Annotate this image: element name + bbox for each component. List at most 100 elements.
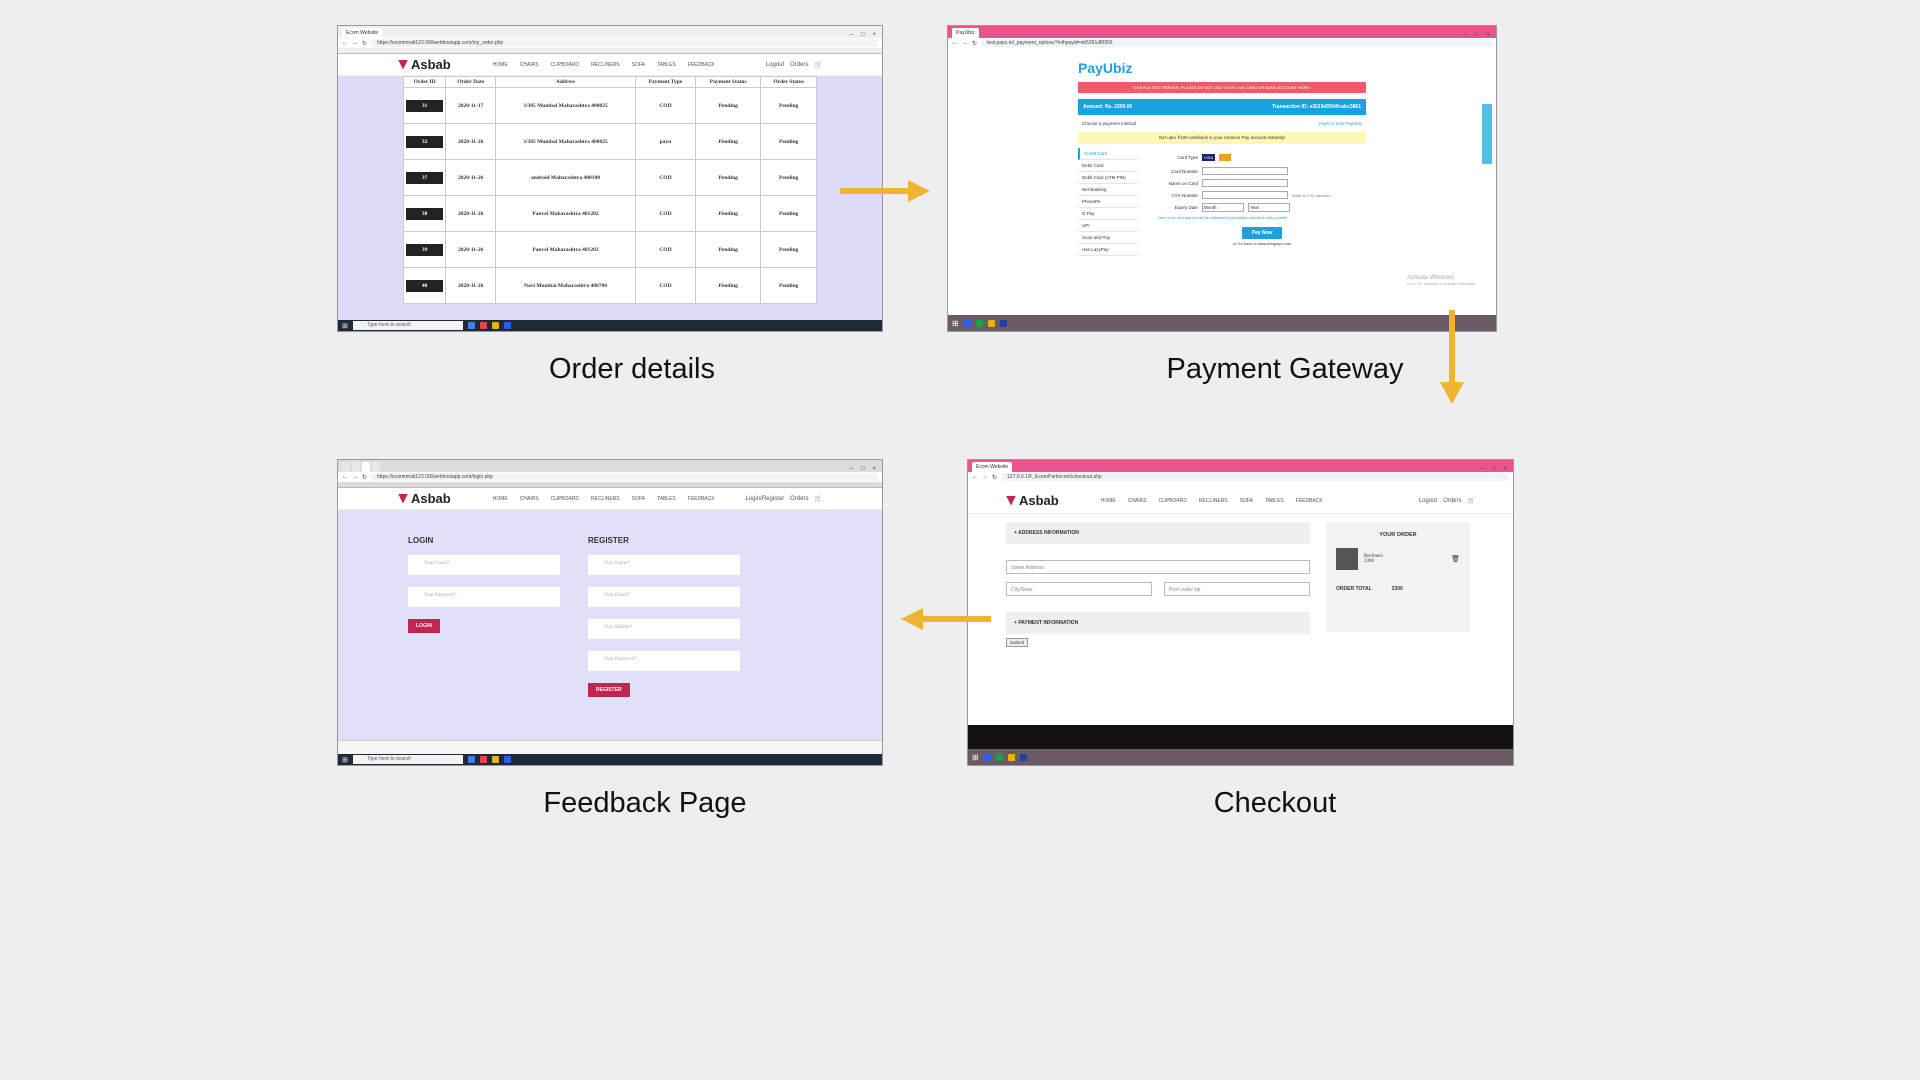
card-number-input[interactable] (1202, 167, 1288, 175)
register-mobile-input[interactable]: Your Mobile* (588, 619, 740, 639)
edge-icon[interactable] (467, 322, 475, 329)
street-address-input[interactable]: Street Address (1006, 560, 1310, 574)
browser-tab[interactable]: Ecom Website (972, 462, 1013, 472)
nav-home[interactable]: HOME (493, 62, 508, 68)
reload-icon[interactable]: ↻ (362, 474, 367, 481)
nav-sofa[interactable]: SOFA (632, 496, 645, 502)
page-scrollbar[interactable] (1482, 104, 1492, 164)
word-icon[interactable] (503, 756, 511, 763)
nav-chairs[interactable]: CHAIRS (1128, 498, 1147, 504)
payment-method-item[interactable]: G Pay (1078, 208, 1138, 220)
orders-link[interactable]: Orders (790, 496, 808, 502)
address-bar[interactable]: test.payu.in/_payment_options?mihpayid=e… (981, 39, 1492, 47)
register-password-input[interactable]: Your Password* (588, 651, 740, 671)
order-id-link[interactable]: 31 (406, 99, 444, 112)
folder-icon[interactable] (1007, 753, 1015, 761)
payment-method-item[interactable]: Debit Card (ATM PIN) (1078, 172, 1138, 184)
order-id-link[interactable]: 39 (406, 243, 444, 256)
maximize-icon[interactable]: □ (861, 466, 865, 472)
login-password-input[interactable]: Your Password* (408, 587, 560, 607)
maximize-icon[interactable]: □ (1492, 466, 1496, 472)
word-icon[interactable] (999, 319, 1007, 327)
word-icon[interactable] (1019, 753, 1027, 761)
order-id-link[interactable]: 40 (406, 279, 444, 292)
cvv-help-link[interactable]: What is CVV number? (1292, 193, 1332, 198)
close-icon[interactable]: × (872, 466, 876, 472)
expiry-month-select[interactable]: Month (1202, 203, 1244, 212)
cart-icon[interactable]: 🛒 (815, 495, 822, 502)
ie-icon[interactable] (963, 319, 971, 327)
close-icon[interactable]: × (1486, 32, 1490, 38)
nav-tables[interactable]: TABLES (657, 62, 676, 68)
minimize-icon[interactable]: – (850, 466, 853, 472)
folder-icon[interactable] (491, 322, 499, 329)
ie-icon[interactable] (983, 753, 991, 761)
nav-recliners[interactable]: RECLINERS (1199, 498, 1228, 504)
minimize-icon[interactable]: – (1464, 32, 1467, 38)
nav-feedback[interactable]: FEEDBACK (688, 496, 715, 502)
nav-cupboard[interactable]: CUPBOARD (1159, 498, 1187, 504)
payment-method-item[interactable]: PhonePe (1078, 196, 1138, 208)
submit-button[interactable]: Submit (1006, 638, 1029, 647)
nav-home[interactable]: HOME (493, 496, 508, 502)
taskbar-search[interactable]: Type here to search (352, 755, 463, 764)
login-button[interactable]: LOGIN (408, 619, 440, 633)
windows-start-icon[interactable]: ⊞ (952, 319, 959, 328)
register-name-input[interactable]: Your Name* (588, 555, 740, 575)
chrome-icon[interactable] (479, 322, 487, 329)
address-bar[interactable]: 127.0.0.1/F_EcomPart/ecom/checkout.php (1001, 473, 1509, 481)
logout-link[interactable]: Logout (766, 62, 784, 68)
nav-feedback[interactable]: FEEDBACK (1296, 498, 1323, 504)
trash-icon[interactable]: 🗑 (1451, 555, 1460, 563)
payment-method-item[interactable]: Credit Card (1078, 148, 1138, 160)
name-on-card-input[interactable] (1202, 179, 1288, 187)
taskbar-search[interactable]: Type here to search (352, 321, 463, 330)
chrome-icon[interactable] (995, 753, 1003, 761)
nav-recliners[interactable]: RECLINERS (591, 62, 620, 68)
mastercard-icon[interactable] (1219, 154, 1232, 161)
folder-icon[interactable] (491, 756, 499, 763)
visa-icon[interactable]: VISA (1202, 154, 1216, 161)
windows-start-icon[interactable]: ⊞ (342, 756, 348, 764)
orders-link[interactable]: Orders (790, 62, 808, 68)
back-icon[interactable]: ← (342, 474, 348, 480)
chrome-icon[interactable] (975, 319, 983, 327)
address-bar[interactable]: https://ecommrait123.000webhostapp.com/m… (371, 39, 878, 47)
order-id-link[interactable]: 32 (406, 135, 444, 148)
forward-icon[interactable]: → (982, 474, 988, 480)
site-logo[interactable]: Asbab (398, 491, 451, 506)
register-button[interactable]: REGISTER (588, 683, 630, 697)
address-bar[interactable]: https://ecommrait123.000webhostapp.com/l… (371, 473, 878, 481)
cart-icon[interactable]: 🛒 (1468, 497, 1475, 504)
payment-method-item[interactable]: Net Banking (1078, 184, 1138, 196)
back-icon[interactable]: ← (972, 474, 978, 480)
browser-tab[interactable]: PayUbiz (952, 28, 979, 38)
nav-tables[interactable]: TABLES (657, 496, 676, 502)
nav-tables[interactable]: TABLES (1265, 498, 1284, 504)
forward-icon[interactable]: → (352, 474, 358, 480)
browser-tab[interactable] (342, 462, 350, 472)
nav-sofa[interactable]: SOFA (1240, 498, 1253, 504)
nav-home[interactable]: HOME (1101, 498, 1116, 504)
browser-tab[interactable] (372, 462, 380, 472)
edge-icon[interactable] (467, 756, 475, 763)
maximize-icon[interactable]: □ (1475, 32, 1479, 38)
browser-tab[interactable]: Ecom Website (342, 28, 383, 38)
orders-link[interactable]: Orders (1443, 498, 1461, 504)
go-back-link[interactable]: or Go back to www.testpayu.com (1158, 241, 1366, 246)
postcode-input[interactable]: Post code/ zip (1164, 582, 1310, 596)
minimize-icon[interactable]: – (850, 32, 853, 38)
logout-link[interactable]: Logout (1419, 498, 1437, 504)
nav-cupboard[interactable]: CUPBOARD (551, 62, 579, 68)
pay-now-button[interactable]: Pay Now (1241, 227, 1283, 239)
reload-icon[interactable]: ↻ (972, 40, 977, 47)
close-icon[interactable]: × (1503, 466, 1507, 472)
close-icon[interactable]: × (872, 32, 876, 38)
windows-start-icon[interactable]: ⊞ (342, 322, 348, 330)
nav-feedback[interactable]: FEEDBACK (688, 62, 715, 68)
payment-method-item[interactable]: Use LazyPay (1078, 244, 1138, 256)
city-state-input[interactable]: City/State (1006, 582, 1152, 596)
login-email-input[interactable]: Your Email* (408, 555, 560, 575)
chrome-icon[interactable] (479, 756, 487, 763)
nav-recliners[interactable]: RECLINERS (591, 496, 620, 502)
